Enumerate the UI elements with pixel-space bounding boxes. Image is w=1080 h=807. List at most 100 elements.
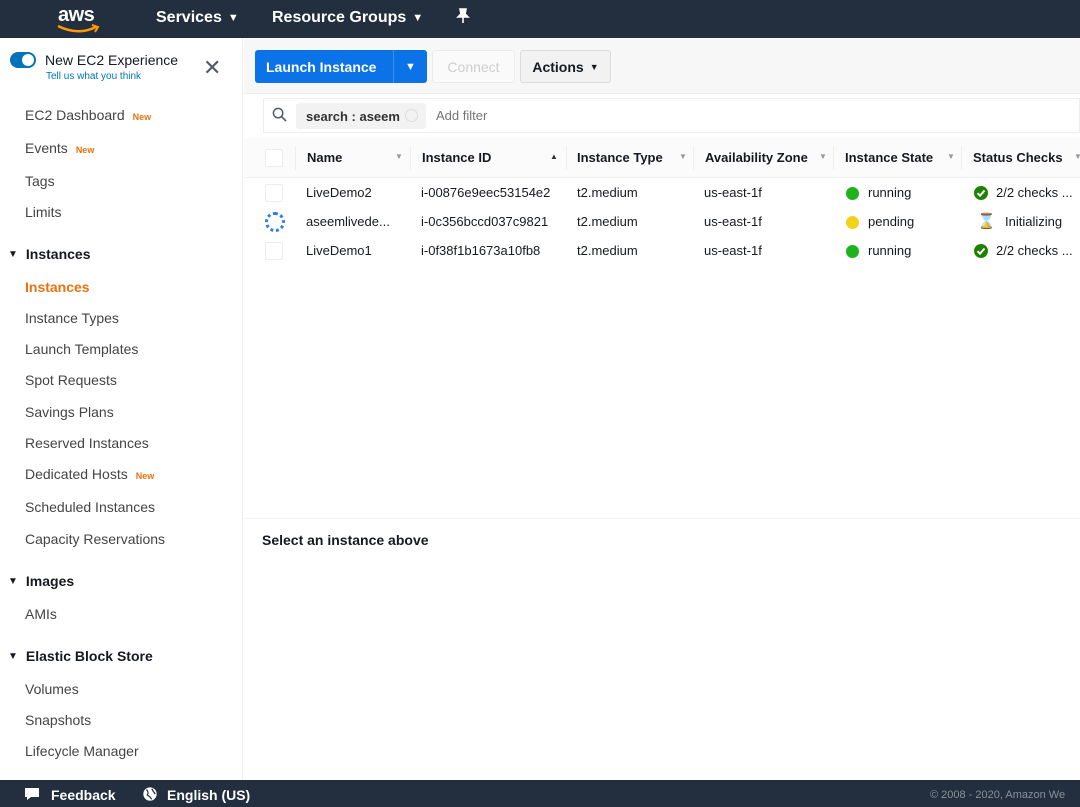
new-badge: New bbox=[75, 145, 95, 155]
sidebar-item-savings-plans[interactable]: Savings Plans bbox=[25, 404, 114, 420]
filter-token[interactable]: search : aseem bbox=[296, 103, 426, 129]
caret-down-icon: ▼ bbox=[8, 248, 18, 260]
aws-logo[interactable]: aws bbox=[52, 4, 108, 34]
toolbar: Launch Instance ▼ Connect Actions ▼ bbox=[244, 38, 1080, 94]
table-row[interactable]: LiveDemo1 i-0f38f1b1673a10fb8 t2.medium … bbox=[244, 237, 1080, 266]
chevron-down-icon: ▼ bbox=[589, 61, 599, 72]
row-checkbox[interactable] bbox=[265, 242, 283, 260]
cell-instance-id: i-0f38f1b1673a10fb8 bbox=[421, 243, 541, 258]
row-checkbox[interactable] bbox=[265, 184, 283, 202]
launch-instance-button[interactable]: Launch Instance ▼ bbox=[255, 50, 427, 83]
pin-icon[interactable] bbox=[456, 8, 470, 29]
cell-name: LiveDemo1 bbox=[306, 243, 372, 258]
sort-icon[interactable]: ▼ bbox=[947, 152, 955, 161]
sidebar-item-spot-requests[interactable]: Spot Requests bbox=[25, 372, 117, 388]
cell-instance-id: i-00876e9eec53154e2 bbox=[421, 185, 551, 200]
table-row[interactable]: aseemlivede... i-0c356bccd037c9821 t2.me… bbox=[244, 208, 1080, 237]
resource-groups-menu[interactable]: Resource Groups ▼ bbox=[272, 9, 423, 27]
footer: Feedback English (US) © 2008 - 2020, Ama… bbox=[0, 780, 1080, 807]
caret-down-icon: ▼ bbox=[8, 650, 18, 662]
cell-instance-state: running bbox=[868, 185, 912, 200]
sidebar-item-amis[interactable]: AMIs bbox=[25, 606, 57, 622]
sidebar-item-ec2-dashboard[interactable]: EC2 Dashboard New bbox=[25, 107, 151, 123]
sidebar-item-label: EC2 Dashboard bbox=[25, 107, 125, 123]
sidebar-item-instance-types[interactable]: Instance Types bbox=[25, 310, 119, 326]
actions-label: Actions bbox=[532, 58, 584, 75]
column-header-availability-zone[interactable]: Availability Zone bbox=[705, 150, 808, 165]
column-divider bbox=[295, 146, 296, 170]
new-experience-toggle[interactable] bbox=[10, 52, 36, 68]
status-pending-icon bbox=[846, 216, 859, 229]
feedback-button[interactable]: Feedback bbox=[51, 787, 116, 803]
sort-icon[interactable]: ▼ bbox=[819, 152, 827, 161]
hourglass-icon: ⌛ bbox=[977, 213, 996, 230]
sidebar-item-capacity-reservations[interactable]: Capacity Reservations bbox=[25, 531, 165, 547]
sidebar-item-dedicated-hosts[interactable]: Dedicated Hosts New bbox=[25, 466, 154, 482]
sidebar-section-ebs[interactable]: ▼ Elastic Block Store bbox=[8, 648, 153, 664]
table-row[interactable]: LiveDemo2 i-00876e9eec53154e2 t2.medium … bbox=[244, 179, 1080, 208]
sidebar-item-volumes[interactable]: Volumes bbox=[25, 681, 79, 697]
sidebar-section-images[interactable]: ▼ Images bbox=[8, 573, 74, 589]
cell-availability-zone: us-east-1f bbox=[704, 185, 762, 200]
select-all-checkbox[interactable] bbox=[265, 149, 283, 167]
cell-instance-type: t2.medium bbox=[577, 214, 638, 229]
sidebar-item-snapshots[interactable]: Snapshots bbox=[25, 712, 91, 728]
column-header-instance-type[interactable]: Instance Type bbox=[577, 150, 663, 165]
remove-filter-icon[interactable] bbox=[404, 109, 418, 122]
sort-icon[interactable]: ▼ bbox=[679, 152, 687, 161]
feedback-link[interactable]: Tell us what you think bbox=[46, 71, 141, 82]
chevron-down-icon: ▼ bbox=[412, 12, 424, 24]
language-selector[interactable]: English (US) bbox=[167, 787, 250, 803]
column-divider bbox=[410, 146, 411, 170]
sort-ascending-icon[interactable]: ▲ bbox=[550, 152, 558, 161]
sidebar-item-scheduled-instances[interactable]: Scheduled Instances bbox=[25, 499, 155, 515]
column-divider bbox=[833, 146, 834, 170]
table-header: Name ▼ Instance ID ▲ Instance Type ▼ Ava… bbox=[244, 138, 1080, 178]
new-experience-title: New EC2 Experience bbox=[45, 52, 179, 68]
section-label: Elastic Block Store bbox=[25, 648, 153, 664]
cell-name: LiveDemo2 bbox=[306, 185, 372, 200]
split-pane-divider[interactable] bbox=[244, 518, 1080, 519]
sidebar-section-instances[interactable]: ▼ Instances bbox=[8, 246, 91, 262]
speech-bubble-icon bbox=[25, 788, 39, 800]
section-label: Instances bbox=[25, 246, 91, 262]
chevron-down-icon[interactable]: ▼ bbox=[393, 50, 427, 83]
sidebar-item-reserved-instances[interactable]: Reserved Instances bbox=[25, 435, 149, 451]
sidebar-item-label: Dedicated Hosts bbox=[25, 466, 128, 482]
sidebar-item-label: Events bbox=[25, 140, 68, 156]
detail-empty-message: Select an instance above bbox=[262, 532, 429, 548]
column-header-name[interactable]: Name bbox=[307, 150, 342, 165]
close-icon[interactable]: ✕ bbox=[203, 57, 221, 79]
connect-button[interactable]: Connect bbox=[432, 50, 515, 83]
aws-smile-icon bbox=[57, 24, 100, 33]
cell-instance-id: i-0c356bccd037c9821 bbox=[421, 214, 549, 229]
sort-icon[interactable]: ▼ bbox=[395, 152, 403, 161]
sidebar-item-tags[interactable]: Tags bbox=[25, 173, 55, 189]
column-header-status-checks[interactable]: Status Checks bbox=[973, 150, 1063, 165]
filter-bar[interactable]: search : aseem bbox=[263, 98, 1080, 133]
sidebar-item-lifecycle-manager[interactable]: Lifecycle Manager bbox=[25, 743, 139, 759]
check-icon bbox=[974, 244, 988, 258]
column-header-instance-state[interactable]: Instance State bbox=[845, 150, 933, 165]
cell-status-checks: 2/2 checks ... bbox=[996, 243, 1073, 258]
sidebar-item-limits[interactable]: Limits bbox=[25, 204, 62, 220]
sidebar-item-launch-templates[interactable]: Launch Templates bbox=[25, 341, 138, 357]
column-divider bbox=[693, 146, 694, 170]
cell-availability-zone: us-east-1f bbox=[704, 243, 762, 258]
sort-icon[interactable]: ▼ bbox=[1074, 152, 1080, 161]
services-menu[interactable]: Services ▼ bbox=[156, 9, 239, 27]
column-header-instance-id[interactable]: Instance ID bbox=[422, 150, 491, 165]
cell-instance-state: pending bbox=[868, 214, 915, 229]
cell-status-checks: 2/2 checks ... bbox=[996, 185, 1073, 200]
actions-button[interactable]: Actions ▼ bbox=[520, 50, 611, 83]
add-filter-input[interactable] bbox=[436, 108, 736, 123]
new-badge: New bbox=[135, 471, 155, 481]
caret-down-icon: ▼ bbox=[8, 575, 18, 587]
sidebar-item-events[interactable]: Events New bbox=[25, 140, 94, 156]
status-running-icon bbox=[846, 187, 859, 200]
column-divider bbox=[961, 146, 962, 170]
launch-instance-label: Launch Instance bbox=[266, 58, 377, 75]
cell-instance-state: running bbox=[868, 243, 912, 258]
new-badge: New bbox=[132, 112, 152, 122]
sidebar-item-instances[interactable]: Instances bbox=[25, 279, 90, 295]
